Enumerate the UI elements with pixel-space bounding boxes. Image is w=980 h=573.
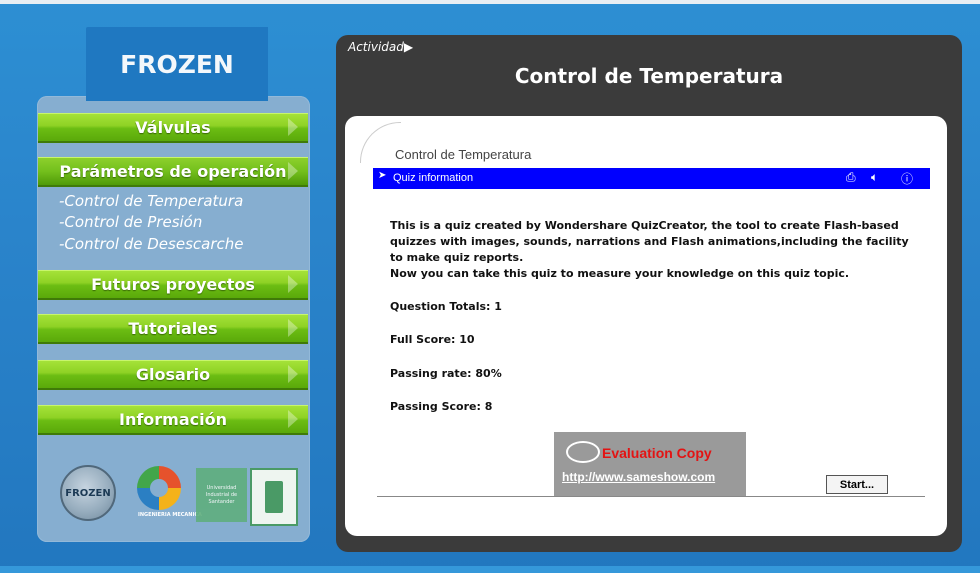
- menu-tutoriales[interactable]: Tutoriales: [38, 314, 308, 342]
- menu-label: Futuros proyectos: [91, 274, 255, 294]
- quiz-intro-text-2: Now you can take this quiz to measure yo…: [390, 267, 850, 280]
- frozen-logo: FROZEN: [86, 27, 268, 101]
- quiz-intro: This is a quiz created by Wondershare Qu…: [390, 218, 910, 282]
- passing-rate: Passing rate: 80%: [390, 367, 502, 380]
- arrow-bullet-icon: ➤: [378, 170, 387, 181]
- sameshow-logo-icon: [566, 441, 600, 463]
- menu-parametros[interactable]: Parámetros de operación: [38, 157, 308, 185]
- menu-label: Glosario: [135, 364, 211, 384]
- menu-glosario[interactable]: Glosario: [38, 360, 308, 388]
- speaker-icon[interactable]: 🔈︎: [871, 170, 878, 185]
- uis-emblem-logo: [250, 468, 298, 526]
- chevron-right-icon: [288, 410, 298, 428]
- frozen-badge-logo: FROZEN: [60, 465, 116, 521]
- chevron-right-icon: [288, 275, 298, 293]
- quiz-intro-text: This is a quiz created by Wondershare Qu…: [390, 219, 909, 264]
- sublink-control-temperatura[interactable]: -Control de Temperatura: [59, 192, 243, 210]
- quiz-info-label: Quiz information: [393, 172, 474, 184]
- quiz-title: Control de Temperatura: [395, 147, 532, 162]
- start-button[interactable]: Start...: [826, 475, 888, 494]
- menu-valvulas[interactable]: Válvulas: [38, 113, 308, 141]
- chevron-right-icon: [288, 118, 298, 136]
- menu-label: Parámetros de operación: [59, 161, 287, 181]
- full-score: Full Score: 10: [390, 333, 475, 346]
- uis-emblem-icon: [265, 481, 283, 513]
- chevron-right-icon: [288, 319, 298, 337]
- divider: [377, 496, 925, 497]
- breadcrumb-label: Actividad: [348, 40, 404, 54]
- chevron-right-icon: [288, 162, 298, 180]
- menu-label: Información: [118, 409, 227, 429]
- quiz-info-bar: ➤ Quiz information ⎙ 🔈︎ ⓘ: [373, 168, 930, 189]
- sublink-control-presion[interactable]: -Control de Presión: [59, 213, 202, 231]
- print-icon[interactable]: ⎙: [846, 170, 856, 185]
- uis-caption: Universidad Industrial de Santander: [205, 484, 238, 505]
- menu-informacion[interactable]: Información: [38, 405, 308, 433]
- logo-text: FROZEN: [120, 49, 234, 79]
- uis-logo-text: Universidad Industrial de Santander: [196, 468, 247, 522]
- frozen-badge-text: FROZEN: [65, 487, 111, 499]
- sublink-control-desescarche[interactable]: -Control de Desescarche: [59, 235, 243, 253]
- passing-score: Passing Score: 8: [390, 400, 493, 413]
- menu-futuros-proyectos[interactable]: Futuros proyectos: [38, 270, 308, 298]
- chevron-right-icon: [288, 365, 298, 383]
- page-title: Control de Temperatura: [514, 64, 784, 88]
- bottom-border: [0, 566, 980, 573]
- play-arrow-icon: ▶: [403, 40, 414, 54]
- ingenieria-mecanica-logo: [137, 466, 181, 510]
- info-icon[interactable]: ⓘ: [901, 170, 913, 187]
- top-border: [0, 0, 980, 4]
- watermark-link[interactable]: http://www.sameshow.com: [562, 470, 715, 484]
- menu-label: Tutoriales: [128, 318, 218, 338]
- question-totals: Question Totals: 1: [390, 300, 502, 313]
- watermark-title: Evaluation Copy: [602, 445, 712, 461]
- ingenieria-mecanica-caption: INGENIERIA MECANICA: [138, 512, 202, 518]
- breadcrumb: Actividad▶: [348, 40, 413, 54]
- menu-label: Válvulas: [135, 117, 211, 137]
